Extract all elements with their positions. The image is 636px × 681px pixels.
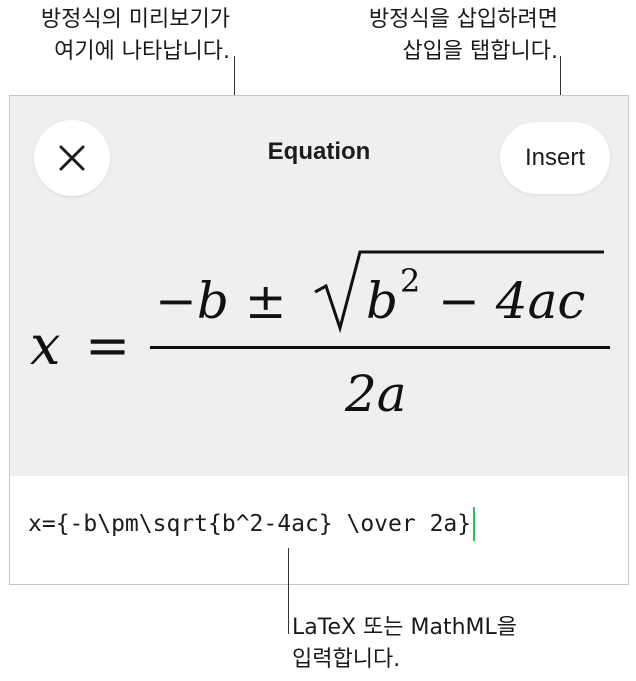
insert-callout-line1: 방정식을 삽입하려면 xyxy=(368,7,558,32)
formula-radicand-base: b xyxy=(366,272,398,330)
insert-callout-line2: 삽입을 탭합니다. xyxy=(402,39,558,64)
preview-callout: 방정식의 미리보기가 여기에 나타납니다. xyxy=(4,4,230,68)
text-caret xyxy=(473,507,476,541)
formula-fraction-bar xyxy=(150,346,610,349)
input-callout-line1: LaTeX 또는 MathML을 xyxy=(292,615,518,640)
formula-equals: = xyxy=(85,314,130,377)
latex-input[interactable]: x={-b\pm\sqrt{b^2-4ac} \over 2a} xyxy=(28,504,608,544)
preview-callout-line2: 여기에 나타납니다. xyxy=(54,39,230,64)
formula-numerator-minus-b: −b ± xyxy=(155,272,287,330)
annotated-screenshot: 방정식의 미리보기가 여기에 나타납니다. 방정식을 삽입하려면 삽입을 탭합니… xyxy=(0,0,636,681)
rendered-formula: x = −b ± b 2 − 4ac 2a xyxy=(10,96,628,476)
formula-lhs: x xyxy=(30,314,60,377)
input-callout-line2: 입력합니다. xyxy=(292,647,401,672)
input-leader-line xyxy=(288,548,289,634)
equation-dialog: Equation Insert x = −b ± b 2 − 4ac 2a x=… xyxy=(9,95,629,585)
formula-radicand-exponent: 2 xyxy=(400,262,420,300)
input-callout: LaTeX 또는 MathML을 입력합니다. xyxy=(292,612,517,676)
formula-denominator: 2a xyxy=(344,365,407,423)
insert-callout: 방정식을 삽입하려면 삽입을 탭합니다. xyxy=(318,4,558,68)
latex-input-area[interactable]: x={-b\pm\sqrt{b^2-4ac} \over 2a} xyxy=(10,476,628,584)
equation-preview: Equation Insert x = −b ± b 2 − 4ac 2a xyxy=(10,96,628,476)
preview-callout-line1: 방정식의 미리보기가 xyxy=(40,7,230,32)
formula-radicand-rest: − 4ac xyxy=(438,272,585,330)
latex-input-text: x={-b\pm\sqrt{b^2-4ac} \over 2a} xyxy=(28,511,472,537)
